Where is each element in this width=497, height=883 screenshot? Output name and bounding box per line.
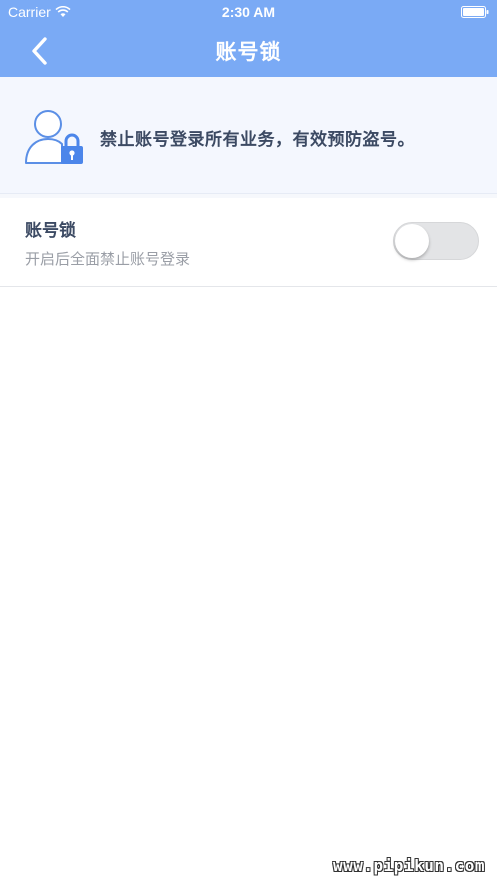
header: Carrier 2:30 AM 账号锁 <box>0 0 497 77</box>
banner-description: 禁止账号登录所有业务，有效预防盗号。 <box>100 130 415 150</box>
setting-title: 账号锁 <box>25 221 76 241</box>
page-title: 账号锁 <box>215 40 282 64</box>
toggle-knob <box>395 224 429 258</box>
info-banner: 禁止账号登录所有业务，有效预防盗号。 <box>0 77 497 194</box>
user-lock-icon <box>25 110 83 164</box>
status-time: 2:30 AM <box>221 4 276 20</box>
watermark: www.pipikun.com <box>333 856 485 875</box>
nav-bar: 账号锁 <box>0 26 497 77</box>
account-lock-toggle[interactable] <box>393 222 479 260</box>
app-screen: Carrier 2:30 AM 账号锁 禁止账号登录所有业务，有效预防盗号。 账… <box>0 0 497 883</box>
account-lock-setting: 账号锁 开启后全面禁止账号登录 <box>0 194 497 287</box>
status-bar: Carrier 2:30 AM <box>0 0 497 26</box>
setting-description: 开启后全面禁止账号登录 <box>25 250 191 268</box>
battery-icon <box>461 6 489 18</box>
